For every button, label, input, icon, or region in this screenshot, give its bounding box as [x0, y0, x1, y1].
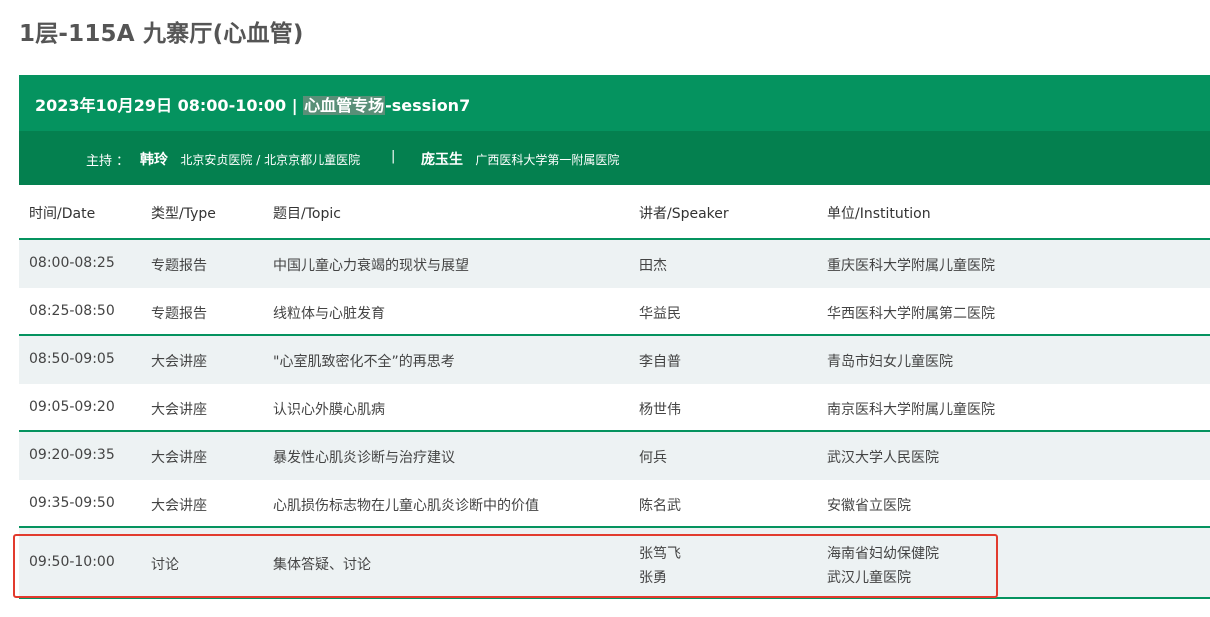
header-speaker: 讲者/Speaker — [639, 206, 729, 222]
row-institution: 青岛市妇女儿童医院 — [827, 354, 953, 370]
row-institution: 武汉儿童医院 — [827, 570, 911, 586]
row-institution: 海南省妇幼保健院 — [827, 546, 939, 562]
host-separator: | — [391, 149, 396, 164]
row-type: 大会讲座 — [151, 402, 207, 418]
row-speaker[interactable]: 张勇 — [639, 570, 667, 586]
row-time: 08:50-09:05 — [29, 351, 115, 367]
table-row: 09:05-09:20 大会讲座 认识心外膜心肌病 杨世伟 南京医科大学附属儿童… — [19, 384, 1210, 432]
row-time: 09:50-10:00 — [29, 554, 115, 570]
session-date-time: 2023年10月29日 08:00-10:00 | — [35, 96, 304, 115]
schedule-table: 时间/Date 类型/Type 题目/Topic 讲者/Speaker 单位/I… — [19, 185, 1210, 599]
row-speaker[interactable]: 杨世伟 — [639, 399, 681, 419]
row-type: 大会讲座 — [151, 450, 207, 466]
row-topic: "心室肌致密化不全”的再思考 — [273, 354, 455, 370]
host-1: 韩玲 北京安贞医院 / 北京京都儿童医院 — [140, 149, 360, 169]
row-institution: 南京医科大学附属儿童医院 — [827, 402, 995, 418]
host-2-institution: 广西医科大学第一附属医院 — [475, 153, 620, 167]
row-institution: 安徽省立医院 — [827, 498, 911, 514]
session-header: 2023年10月29日 08:00-10:00 | 心血管专场-session7 — [19, 75, 1210, 131]
row-institutions: 海南省妇幼保健院 武汉儿童医院 — [827, 542, 939, 590]
row-time: 09:35-09:50 — [29, 495, 115, 511]
row-speakers: 张笃飞 张勇 — [639, 542, 681, 590]
row-time: 08:00-08:25 — [29, 255, 115, 271]
row-type: 讨论 — [151, 557, 179, 573]
host-1-name[interactable]: 韩玲 — [140, 152, 168, 168]
host-1-institution: 北京安贞医院 / 北京京都儿童医院 — [180, 153, 361, 167]
row-topic: 心肌损伤标志物在儿童心肌炎诊断中的价值 — [273, 498, 539, 514]
session-suffix: -session7 — [385, 96, 471, 115]
row-topic: 集体答疑、讨论 — [273, 557, 371, 573]
table-row: 08:25-08:50 专题报告 线粒体与心脏发育 华益民 华西医科大学附属第二… — [19, 288, 1210, 336]
row-topic: 中国儿童心力衰竭的现状与展望 — [273, 258, 469, 274]
header-type: 类型/Type — [151, 206, 216, 222]
row-time: 08:25-08:50 — [29, 303, 115, 319]
table-row: 08:00-08:25 专题报告 中国儿童心力衰竭的现状与展望 田杰 重庆医科大… — [19, 240, 1210, 288]
table-row: 09:35-09:50 大会讲座 心肌损伤标志物在儿童心肌炎诊断中的价值 陈名武… — [19, 480, 1210, 528]
row-type: 专题报告 — [151, 258, 207, 274]
session-topic-highlight: 心血管专场 — [303, 96, 386, 115]
row-type: 大会讲座 — [151, 354, 207, 370]
row-institution: 重庆医科大学附属儿童医院 — [827, 258, 995, 274]
row-topic: 暴发性心肌炎诊断与治疗建议 — [273, 450, 455, 466]
host-2: 庞玉生 广西医科大学第一附属医院 — [421, 149, 619, 169]
page-title: 1层-115A 九寨厅(心血管) — [19, 21, 304, 47]
row-topic: 线粒体与心脏发育 — [273, 306, 385, 322]
header-institution: 单位/Institution — [827, 206, 931, 222]
session-title: 2023年10月29日 08:00-10:00 | 心血管专场-session7 — [35, 92, 470, 116]
row-time: 09:20-09:35 — [29, 447, 115, 463]
row-speaker[interactable]: 李自普 — [639, 351, 681, 371]
host-2-name[interactable]: 庞玉生 — [421, 152, 463, 168]
table-row: 09:50-10:00 讨论 集体答疑、讨论 张笃飞 张勇 海南省妇幼保健院 武… — [19, 528, 1210, 599]
row-institution: 华西医科大学附属第二医院 — [827, 306, 995, 322]
row-speaker[interactable]: 陈名武 — [639, 495, 681, 515]
row-institution: 武汉大学人民医院 — [827, 450, 939, 466]
host-bar: 主持 ： 韩玲 北京安贞医院 / 北京京都儿童医院 | 庞玉生 广西医科大学第一… — [19, 131, 1210, 185]
row-speaker[interactable]: 张笃飞 — [639, 546, 681, 562]
row-speaker[interactable]: 田杰 — [639, 255, 667, 275]
table-row: 08:50-09:05 大会讲座 "心室肌致密化不全”的再思考 李自普 青岛市妇… — [19, 336, 1210, 384]
table-header: 时间/Date 类型/Type 题目/Topic 讲者/Speaker 单位/I… — [19, 185, 1210, 240]
host-label: 主持 ： — [86, 154, 130, 169]
row-speaker[interactable]: 何兵 — [639, 447, 667, 467]
row-time: 09:05-09:20 — [29, 399, 115, 415]
row-topic: 认识心外膜心肌病 — [273, 402, 385, 418]
header-time: 时间/Date — [29, 206, 96, 222]
row-type: 大会讲座 — [151, 498, 207, 514]
row-speaker[interactable]: 华益民 — [639, 303, 681, 323]
table-row: 09:20-09:35 大会讲座 暴发性心肌炎诊断与治疗建议 何兵 武汉大学人民… — [19, 432, 1210, 480]
row-type: 专题报告 — [151, 306, 207, 322]
header-topic: 题目/Topic — [273, 206, 341, 222]
